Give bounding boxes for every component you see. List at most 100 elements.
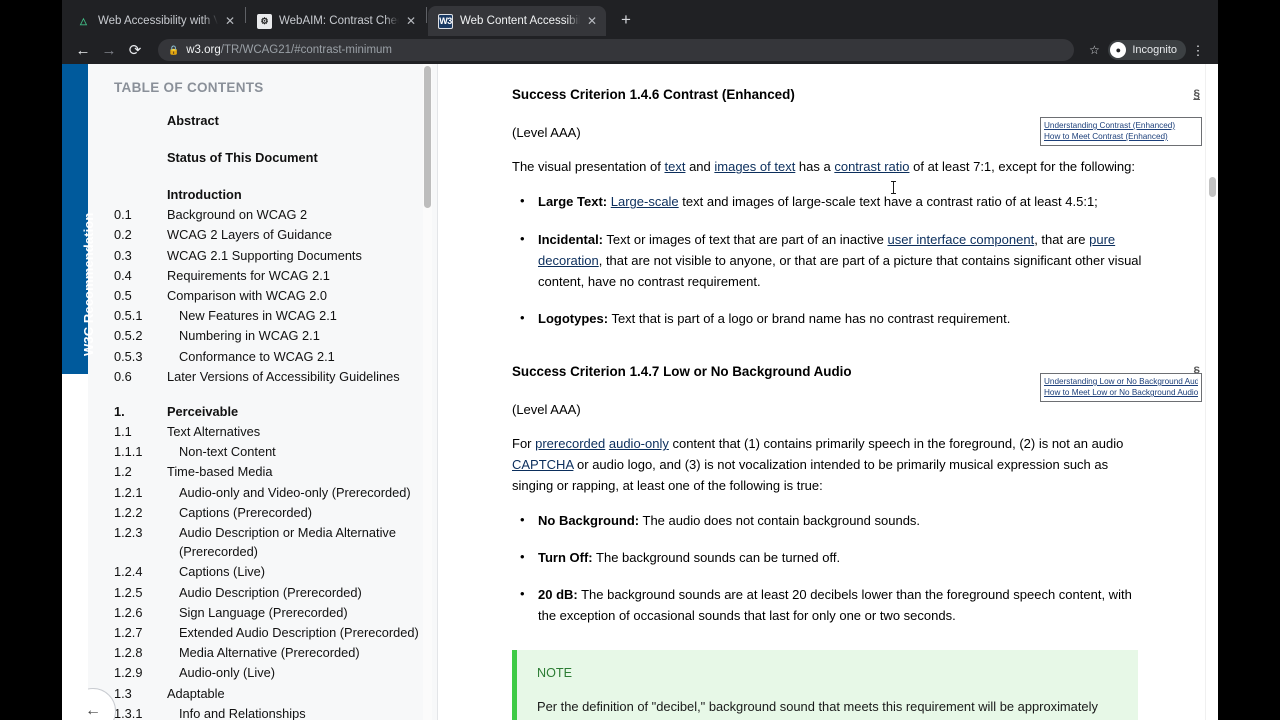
toc-item[interactable]: 1.2.2 Captions (Prerecorded): [114, 503, 423, 522]
intro-suffix: of at least 7:1, except for the followin…: [909, 159, 1135, 175]
toc-section-list: Introduction 0.1 Background on WCAG 2 0.2 WC…: [114, 185, 423, 720]
toc-item-number: 0.5.3: [114, 348, 143, 364]
bullet-term: Large Text:: [538, 194, 608, 210]
toc-item[interactable]: 1.2.3 Audio Description or Media Alternat…: [114, 523, 423, 561]
guidance-links-box-1-4-7: Understanding Low or No Background Audio…: [1040, 373, 1202, 403]
bullet-part-3: , that are not visible to anyone, or tha…: [538, 252, 1142, 289]
toc-item[interactable]: 0.2 WCAG 2 Layers of Guidance: [114, 225, 423, 244]
incognito-indicator[interactable]: ● Incognito: [1108, 40, 1186, 60]
bullet-term: No Background:: [538, 513, 640, 529]
link-text[interactable]: text: [664, 159, 685, 174]
close-icon[interactable]: ✕: [584, 13, 600, 29]
toc-item[interactable]: 0.1 Background on WCAG 2: [114, 205, 423, 224]
address-bar[interactable]: 🔒 w3.org/TR/WCAG21/#contrast-minimum: [158, 39, 1075, 61]
bullet-rest: text and images of large-scale text have…: [678, 194, 1098, 210]
how-to-meet-link[interactable]: How to Meet Contrast (Enhanced): [1044, 131, 1198, 142]
browser-tab-1[interactable]: △ Web Accessibility with Vue ✕: [66, 6, 244, 36]
toc-item[interactable]: 0.6 Later Versions of Accessibility Guide…: [114, 367, 423, 386]
toc-item-number: 0.4: [114, 267, 132, 283]
toc-item[interactable]: 0.5.3 Conformance to WCAG 2.1: [114, 347, 423, 366]
link-audio-only[interactable]: audio-only: [609, 436, 669, 451]
toc-item[interactable]: 1.2.5 Audio Description (Prerecorded): [114, 583, 423, 602]
back-to-top-button[interactable]: ←: [88, 688, 116, 720]
intro-suffix: or audio logo, and (3) is not vocalizati…: [512, 457, 1109, 494]
toc-item[interactable]: 0.3 WCAG 2.1 Supporting Documents: [114, 246, 423, 265]
tab-title: WebAIM: Contrast Checker: [279, 15, 399, 27]
toc-item[interactable]: 1.3 Adaptable: [114, 684, 423, 703]
toc-item-label: Audio Description (Prerecorded): [179, 584, 362, 600]
toc-item[interactable]: 1.2 Time-based Media: [114, 462, 423, 481]
bookmark-star-icon[interactable]: ☆: [1082, 43, 1106, 57]
toc-item-label: Introduction: [167, 187, 242, 202]
criterion-bullets-1-4-6: Large Text: Large-scale text and images …: [512, 190, 1148, 329]
toc-item[interactable]: 1.2.7 Extended Audio Description (Prereco…: [114, 623, 423, 642]
toc-item-abstract[interactable]: Abstract: [167, 113, 423, 128]
how-to-meet-link[interactable]: How to Meet Low or No Background Audio: [1044, 387, 1198, 398]
toc-item-number: 1.3: [114, 685, 132, 701]
toc-item[interactable]: 1.1 Text Alternatives: [114, 422, 423, 441]
link-contrast-ratio[interactable]: contrast ratio: [834, 159, 909, 174]
list-item: 20 dB: The background sounds are at leas…: [512, 583, 1148, 626]
browser-tab-2[interactable]: ⚙ WebAIM: Contrast Checker ✕: [247, 6, 425, 36]
toc-item[interactable]: 0.5.2 Numbering in WCAG 2.1: [114, 326, 423, 345]
omnibox-toolbar: ← → ⟳ 🔒 w3.org/TR/WCAG21/#contrast-minim…: [62, 36, 1218, 64]
url-path: /TR/WCAG21/#contrast-minimum: [220, 44, 393, 56]
browser-tab-3-active[interactable]: W3 Web Content Accessibility Gui ✕: [428, 6, 606, 36]
bullet-rest: The background sounds can be turned off.: [592, 550, 841, 566]
toc-item[interactable]: 1.2.9 Audio-only (Live): [114, 663, 423, 682]
browser-menu-icon[interactable]: ⋮: [1188, 44, 1208, 57]
toc-item[interactable]: 0.4 Requirements for WCAG 2.1: [114, 266, 423, 285]
section-permalink-icon[interactable]: §: [1193, 87, 1200, 103]
toc-item-label: Non-text Content: [179, 444, 276, 460]
toc-item-number: 0.2: [114, 227, 132, 243]
toc-item[interactable]: 1.2.6 Sign Language (Prerecorded): [114, 603, 423, 622]
toc-item-number: [114, 185, 167, 204]
toc-item[interactable]: Introduction: [114, 185, 423, 204]
toc-item-label: Comparison with WCAG 2.0: [167, 287, 328, 303]
document-content: Success Criterion 1.4.6 Contrast (Enhanc…: [438, 64, 1218, 720]
bullet-rest: The audio does not contain background so…: [639, 513, 921, 529]
intro-mid-1: and: [685, 159, 715, 175]
forward-icon[interactable]: →: [96, 37, 122, 63]
w3c-logo-icon: W3: [438, 13, 453, 29]
page-scrollbar[interactable]: [1205, 64, 1218, 720]
page-scrollbar-thumb[interactable]: [1209, 177, 1216, 197]
toc-item[interactable]: 1.2.8 Media Alternative (Prerecorded): [114, 643, 423, 662]
toc-item[interactable]: 1.2.4 Captions (Live): [114, 562, 423, 581]
toc-item[interactable]: 1. Perceivable: [114, 402, 423, 421]
link-captcha[interactable]: CAPTCHA: [512, 457, 573, 472]
toc-item-label: Captions (Prerecorded): [179, 504, 313, 520]
toc-item[interactable]: 1.1.1 Non-text Content: [114, 442, 423, 461]
understanding-link[interactable]: Understanding Contrast (Enhanced): [1044, 120, 1198, 131]
toc-item-label: Audio-only and Video-only (Prerecorded): [179, 484, 411, 500]
back-icon[interactable]: ←: [70, 37, 96, 63]
toc-heading: TABLE OF CONTENTS: [114, 80, 264, 95]
toc-item-label: WCAG 2.1 Supporting Documents: [167, 247, 362, 263]
toc-item-label: Text Alternatives: [167, 424, 261, 440]
toc-item-label: Extended Audio Description (Prerecorded): [179, 624, 419, 640]
toc-item[interactable]: 1.2.1 Audio-only and Video-only (Prerecor…: [114, 483, 423, 502]
close-icon[interactable]: ✕: [222, 13, 238, 29]
close-icon[interactable]: ✕: [403, 13, 419, 29]
toc-item[interactable]: 1.3.1 Info and Relationships: [114, 704, 423, 720]
toc-scrollbar[interactable]: [423, 64, 432, 720]
new-tab-button[interactable]: +: [612, 6, 640, 34]
toc-item[interactable]: 0.5.1 New Features in WCAG 2.1: [114, 306, 423, 325]
list-item: Large Text: Large-scale text and images …: [512, 190, 1148, 212]
page-viewport: W3C Recommendation TABLE OF CONTENTS Abs…: [62, 64, 1218, 720]
link-prerecorded[interactable]: prerecorded: [535, 436, 605, 451]
tab-divider: [245, 7, 246, 23]
understanding-link[interactable]: Understanding Low or No Background Audio: [1044, 376, 1198, 387]
reload-icon[interactable]: ⟳: [122, 37, 148, 63]
link-large-scale[interactable]: Large-scale: [611, 194, 679, 209]
link-images-of-text[interactable]: images of text: [714, 159, 795, 174]
toc-item-status[interactable]: Status of This Document: [167, 150, 423, 165]
toc-item-label: Audio-only (Live): [179, 665, 276, 681]
list-item: Logotypes: Text that is part of a logo o…: [512, 307, 1148, 329]
toc-scrollbar-thumb[interactable]: [424, 66, 431, 208]
toc-item[interactable]: 0.5 Comparison with WCAG 2.0: [114, 286, 423, 305]
bullet-part-2: , that are: [1034, 231, 1090, 247]
bullet-term: Logotypes:: [538, 310, 609, 326]
link-user-interface-component[interactable]: user interface component: [887, 232, 1034, 247]
toc-item-label: Sign Language (Prerecorded): [179, 604, 348, 620]
